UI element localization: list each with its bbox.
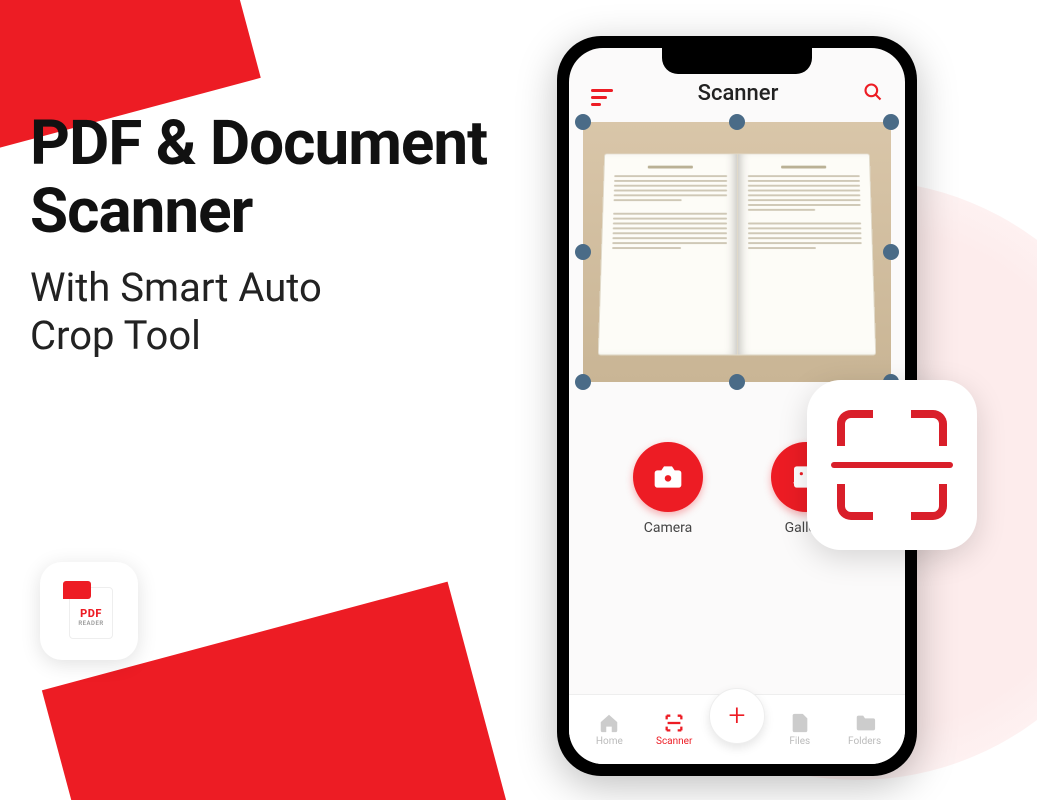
app-icon-graphic: PDF READER [63, 581, 115, 641]
app-icon: PDF READER [40, 562, 138, 660]
subtitle-line2: Crop Tool [30, 312, 201, 359]
crop-handle-bc[interactable] [729, 374, 745, 390]
crop-handle-tr[interactable] [883, 114, 899, 130]
bottom-nav: Home Scanner + Files Folders [569, 694, 905, 764]
search-icon[interactable] [863, 82, 883, 106]
fab-add-button[interactable]: + [709, 688, 765, 744]
crop-handle-ml[interactable] [575, 244, 591, 260]
camera-button[interactable]: Camera [633, 442, 703, 536]
nav-folders[interactable]: Folders [835, 712, 895, 747]
nav-scanner[interactable]: Scanner [644, 712, 704, 747]
camera-icon [633, 442, 703, 512]
crop-handle-tc[interactable] [729, 114, 745, 130]
headline-line1: PDF & Document [30, 107, 487, 180]
nav-home[interactable]: Home [579, 712, 639, 747]
app-icon-label-sub: READER [78, 620, 103, 627]
headline-subtitle: With Smart Auto Crop Tool [30, 264, 487, 360]
nav-scanner-label: Scanner [656, 736, 692, 747]
headline-title: PDF & Document Scanner [30, 110, 487, 246]
headline-line2: Scanner [30, 175, 252, 248]
crop-handle-bl[interactable] [575, 374, 591, 390]
crop-handle-tl[interactable] [575, 114, 591, 130]
scan-frame-icon [837, 410, 947, 520]
app-icon-label-main: PDF [80, 607, 102, 620]
headline-block: PDF & Document Scanner With Smart Auto C… [30, 110, 487, 360]
book-page-right [736, 153, 876, 355]
subtitle-line1: With Smart Auto [30, 264, 322, 311]
nav-home-label: Home [596, 736, 623, 747]
nav-files[interactable]: Files [770, 712, 830, 747]
crop-handle-mr[interactable] [883, 244, 899, 260]
scanner-badge [807, 380, 977, 550]
menu-icon[interactable] [591, 89, 613, 106]
phone-notch [662, 48, 812, 74]
camera-label: Camera [644, 520, 693, 536]
scan-preview[interactable] [583, 122, 891, 382]
book-preview [598, 153, 877, 355]
app-icon-fold [63, 581, 91, 599]
book-page-left [598, 153, 737, 355]
page-title: Scanner [698, 81, 779, 106]
nav-folders-label: Folders [848, 736, 881, 747]
nav-files-label: Files [789, 736, 810, 747]
